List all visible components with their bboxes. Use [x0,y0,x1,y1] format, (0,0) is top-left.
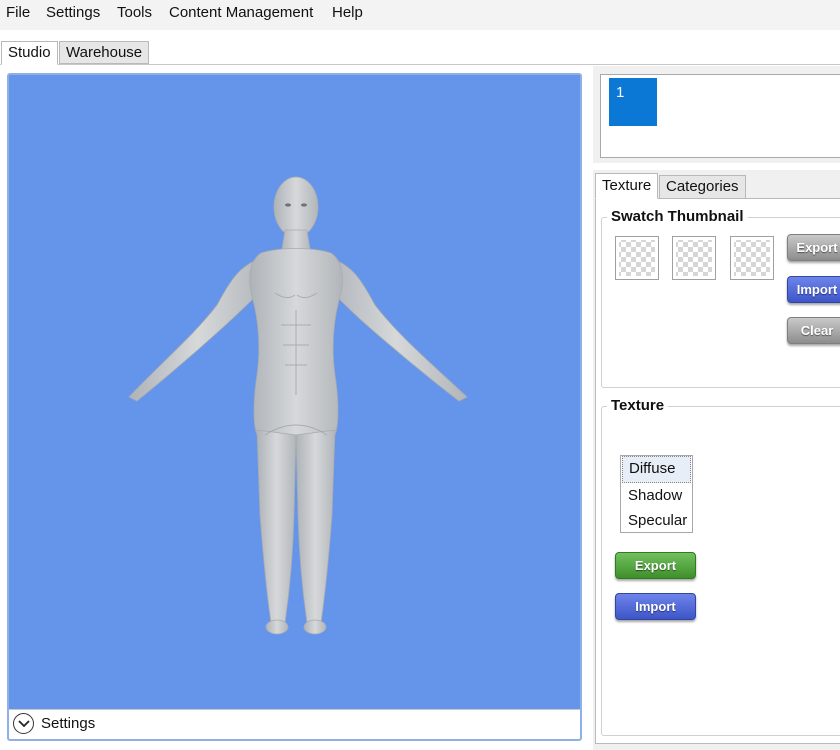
tab-studio[interactable]: Studio [1,41,58,65]
character-model [128,176,468,635]
texture-list-item-shadow[interactable]: Shadow [621,483,692,508]
swatch-import-button[interactable]: Import [787,276,840,303]
swatch-slot-item[interactable]: 1 [609,78,657,126]
swatch-export-button[interactable]: Export [787,234,840,261]
swatch-clear-button[interactable]: Clear [787,317,840,344]
texture-import-button[interactable]: Import [615,593,696,620]
texture-tab-content: Swatch Thumbnail Export Import Clear Tex… [595,198,840,744]
swatch-slot-list: 1 [600,74,840,158]
texture-list[interactable]: Diffuse Shadow Specular [620,455,693,533]
swatch-thumbnail-1[interactable] [615,236,659,280]
texture-list-item-diffuse[interactable]: Diffuse [622,456,691,483]
properties-panel: Texture Categories Swatch Thumbnail Expo… [593,170,840,750]
chevron-down-icon[interactable] [13,713,34,734]
menu-settings[interactable]: Settings [46,4,100,21]
swatch-slot-panel: 1 [593,66,840,163]
texture-list-item-specular[interactable]: Specular [621,508,692,533]
menu-file[interactable]: File [6,4,30,21]
tabstrip-divider [0,64,840,65]
menubar: File Settings Tools Content Management H… [0,0,840,30]
menu-tools[interactable]: Tools [117,4,152,21]
tab-warehouse[interactable]: Warehouse [59,41,150,64]
menu-help[interactable]: Help [332,4,363,21]
texture-export-button[interactable]: Export [615,552,696,579]
swatch-thumbnail-2[interactable] [672,236,716,280]
tab-categories[interactable]: Categories [659,175,746,199]
tab-texture[interactable]: Texture [595,173,659,199]
viewport-settings-bar: Settings [9,709,580,739]
menu-content-management[interactable]: Content Management [169,4,313,21]
3d-viewport[interactable]: Settings [7,73,582,741]
viewport-settings-label[interactable]: Settings [41,715,95,732]
swatch-thumbnail-title: Swatch Thumbnail [607,208,748,225]
swatch-thumbnail-3[interactable] [730,236,774,280]
texture-group-title: Texture [607,397,669,414]
